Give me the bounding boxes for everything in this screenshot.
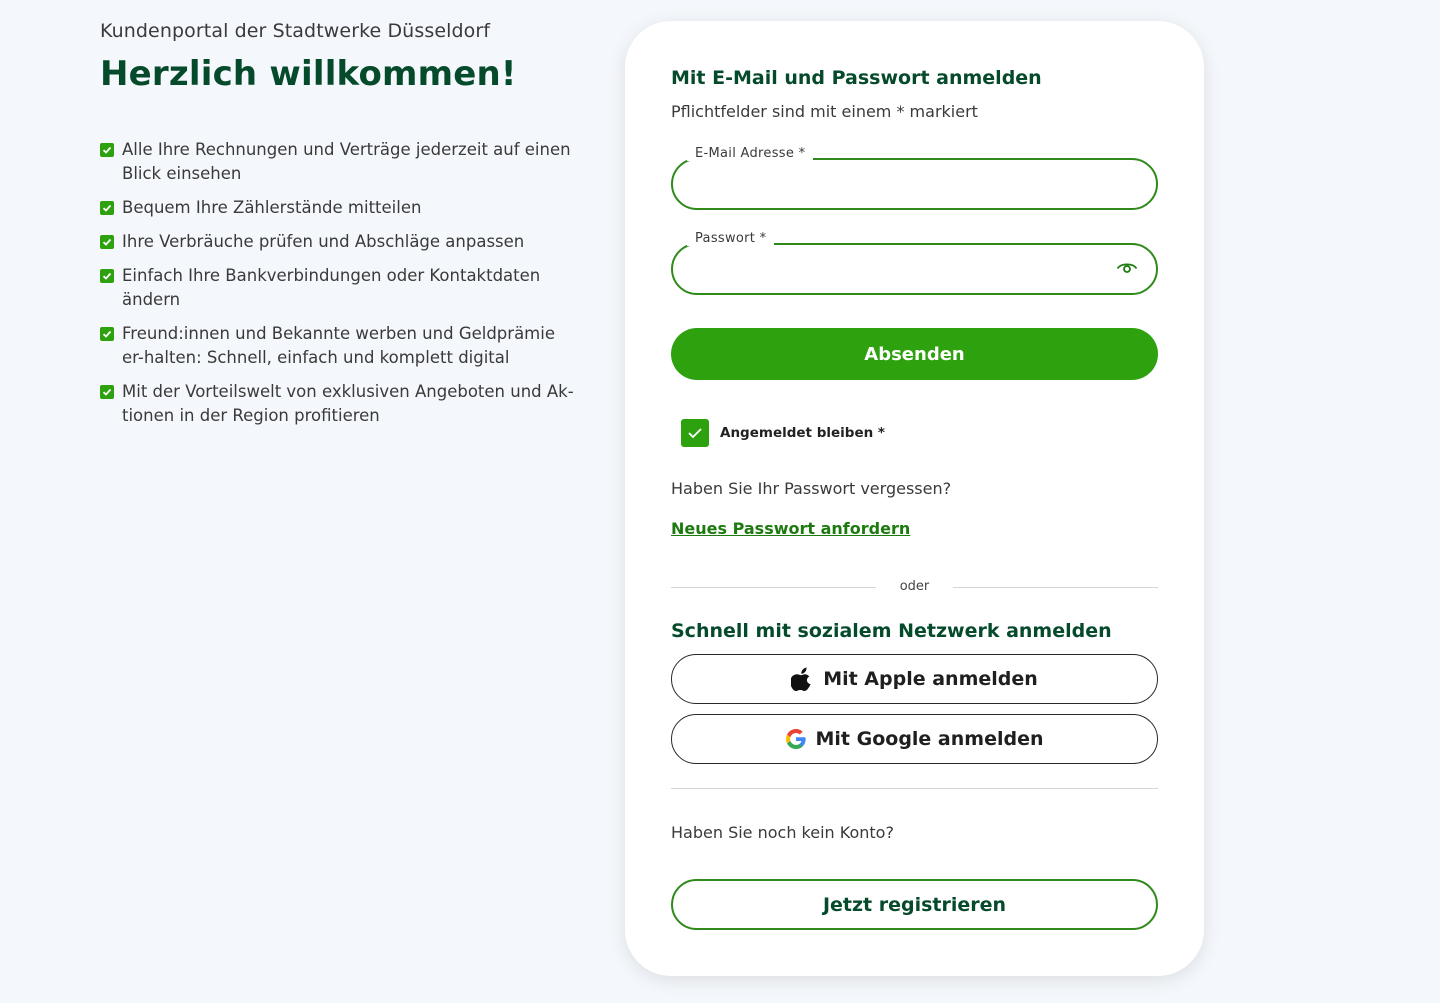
apple-login-button[interactable]: Mit Apple anmelden [671, 654, 1158, 704]
check-icon [100, 385, 114, 399]
benefit-text: Freund:innen und Bekannte werben und Gel… [122, 324, 555, 367]
benefit-item: Mit der Vorteilswelt von exklusiven Ange… [100, 380, 580, 428]
benefit-item: Alle Ihre Rechnungen und Verträge jederz… [100, 138, 580, 186]
login-card: Mit E-Mail und Passwort anmelden Pflicht… [625, 21, 1204, 976]
no-account-question: Haben Sie noch kein Konto? [671, 823, 894, 842]
check-icon [100, 235, 114, 249]
social-heading: Schnell mit sozialem Netzwerk anmelden [671, 620, 1112, 642]
benefit-item: Einfach Ihre Bankverbindungen oder Konta… [100, 264, 580, 312]
google-icon [785, 729, 806, 749]
divider-right [953, 587, 1158, 588]
benefit-item: Bequem Ihre Zählerstände mitteilen [100, 196, 580, 220]
intro-panel: Kundenportal der Stadtwerke Düsseldorf H… [100, 20, 580, 438]
check-icon [100, 143, 114, 157]
benefit-text: Bequem Ihre Zählerstände mitteilen [122, 198, 422, 217]
benefit-item: Freund:innen und Bekannte werben und Gel… [100, 322, 580, 370]
benefit-item: Ihre Verbräuche prüfen und Abschläge anp… [100, 230, 580, 254]
apple-login-label: Mit Apple anmelden [823, 668, 1038, 690]
forgot-password-link[interactable]: Neues Passwort anfordern [671, 519, 910, 538]
eye-icon[interactable] [1116, 260, 1138, 280]
password-field[interactable]: Passwort * [671, 231, 1158, 295]
submit-button[interactable]: Absenden [671, 328, 1158, 380]
password-label: Passwort * [687, 231, 775, 246]
benefit-text: Alle Ihre Rechnungen und Verträge jederz… [122, 140, 571, 183]
check-icon [100, 269, 114, 283]
remember-me[interactable]: Angemeldet bleiben * [681, 419, 885, 447]
portal-title: Kundenportal der Stadtwerke Düsseldorf [100, 20, 491, 42]
google-login-button[interactable]: Mit Google anmelden [671, 714, 1158, 764]
login-heading: Mit E-Mail und Passwort anmelden [671, 67, 1042, 89]
google-login-label: Mit Google anmelden [815, 728, 1044, 750]
forgot-question: Haben Sie Ihr Passwort vergessen? [671, 479, 952, 498]
password-input[interactable] [693, 255, 1113, 283]
check-icon [100, 327, 114, 341]
email-input[interactable] [693, 170, 1113, 198]
register-button[interactable]: Jetzt registrieren [671, 879, 1158, 930]
email-field[interactable]: E-Mail Adresse * [671, 146, 1158, 210]
remember-checkbox[interactable] [681, 419, 709, 447]
email-label: E-Mail Adresse * [687, 146, 814, 161]
benefit-text: Mit der Vorteilswelt von exklusiven Ange… [122, 382, 574, 425]
remember-label: Angemeldet bleiben * [720, 425, 885, 441]
apple-icon [791, 667, 813, 691]
benefit-text: Einfach Ihre Bankverbindungen oder Konta… [122, 266, 541, 309]
check-icon [100, 201, 114, 215]
benefit-text: Ihre Verbräuche prüfen und Abschläge anp… [122, 232, 525, 251]
welcome-heading: Herzlich willkommen! [100, 54, 517, 94]
section-divider [671, 788, 1158, 789]
required-note: Pflichtfelder sind mit einem * markiert [671, 102, 978, 121]
benefit-list: Alle Ihre Rechnungen und Verträge jederz… [100, 138, 580, 428]
